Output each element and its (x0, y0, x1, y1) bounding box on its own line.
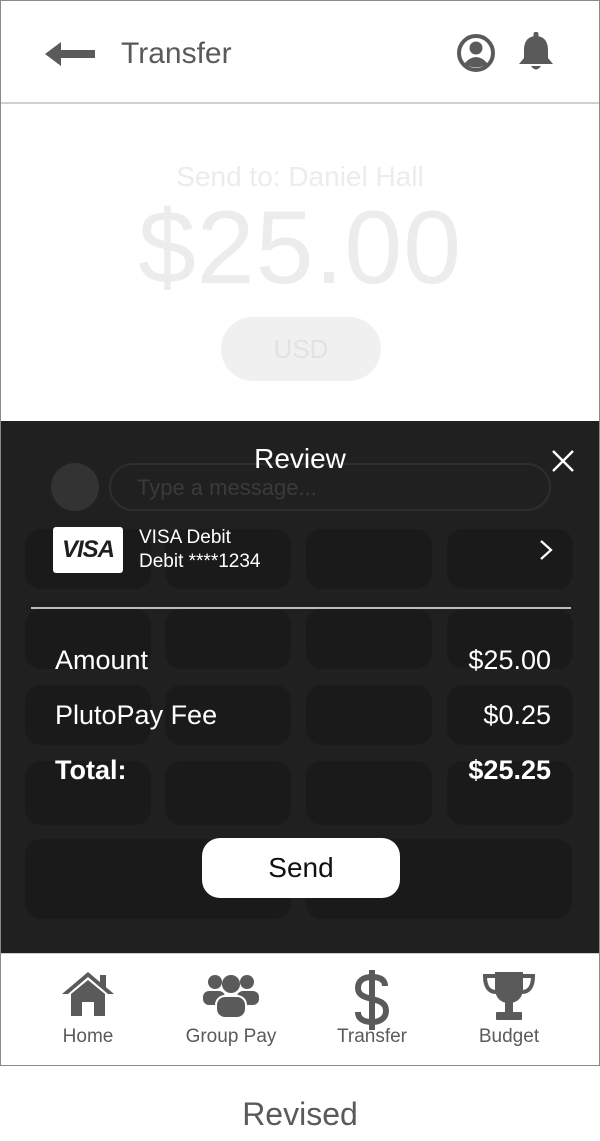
total-label: Total: (55, 755, 127, 785)
amount-display: $25.00 (137, 190, 463, 306)
nav-label-home: Home (62, 1026, 114, 1047)
visa-brand-text: VISA (61, 536, 115, 563)
fee-label: PlutoPay Fee (55, 700, 218, 730)
amount-value: $25.00 (468, 645, 551, 675)
bell-icon[interactable] (515, 31, 557, 73)
trophy-icon (482, 972, 536, 1020)
nav-item-transfer[interactable]: Transfer (297, 954, 447, 1065)
page-title: Transfer (121, 37, 232, 70)
nav-label-transfer: Transfer (336, 1026, 408, 1047)
keypad-key (165, 609, 291, 669)
chevron-right-icon (540, 540, 553, 560)
bottom-nav: Home Group Pay Transfer Budget (1, 953, 599, 1065)
card-number: Debit ****1234 (139, 551, 261, 572)
fee-value: $0.25 (483, 700, 551, 730)
back-arrow-icon[interactable] (45, 39, 97, 69)
card-name: VISA Debit (139, 527, 231, 548)
app-header: Transfer (1, 1, 599, 104)
send-button[interactable]: Send (202, 838, 400, 898)
phone-screen: Transfer Send to: Daniel Hall $25.00 USD… (0, 0, 600, 1066)
caption-label: Revised (242, 1096, 358, 1132)
group-icon (203, 975, 259, 1019)
keypad-key (306, 609, 432, 669)
home-icon (62, 972, 114, 1016)
keypad-key (306, 761, 432, 825)
review-sheet: Type a message... Review VISA VISA Debit (1, 421, 599, 953)
keypad-key (165, 761, 291, 825)
amount-label: Amount (55, 645, 149, 675)
currency-selector[interactable]: USD (221, 317, 381, 381)
nav-item-budget[interactable]: Budget (434, 954, 584, 1065)
dollar-icon (354, 970, 390, 1030)
transfer-amount-area: Send to: Daniel Hall $25.00 USD (1, 105, 599, 421)
divider (31, 607, 571, 609)
nav-label-group-pay: Group Pay (185, 1026, 277, 1047)
keypad-key (306, 685, 432, 745)
visa-logo: VISA (53, 527, 123, 573)
nav-item-home[interactable]: Home (13, 954, 163, 1065)
total-value: $25.25 (468, 755, 551, 785)
payment-method-row[interactable]: VISA VISA Debit Debit ****1234 (31, 521, 571, 581)
nav-label-budget: Budget (478, 1026, 540, 1047)
review-title: Review (254, 443, 346, 474)
close-icon[interactable] (549, 447, 577, 475)
nav-item-group-pay[interactable]: Group Pay (156, 954, 306, 1065)
profile-icon[interactable] (456, 33, 496, 73)
